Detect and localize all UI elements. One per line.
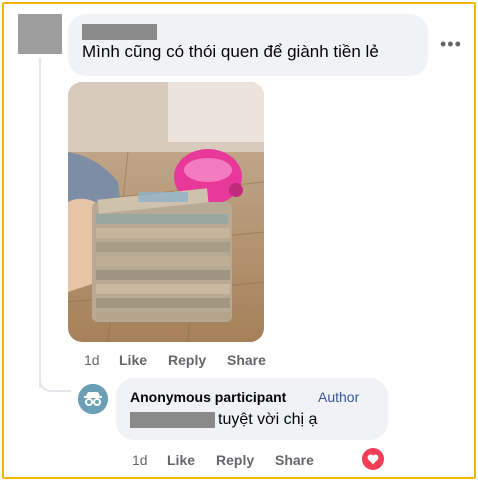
reply-timestamp[interactable]: 1d — [132, 452, 148, 468]
reply-author-name[interactable]: Anonymous participant — [130, 389, 286, 405]
author-badge: Author — [318, 389, 360, 405]
reply-mention-redacted[interactable] — [130, 412, 215, 428]
heart-reaction-icon[interactable] — [362, 448, 384, 470]
reply-like-button[interactable]: Like — [167, 452, 195, 468]
commenter-name-redacted[interactable] — [82, 24, 157, 40]
comment-like-button[interactable]: Like — [119, 352, 147, 368]
thread-connector — [39, 368, 71, 392]
reply-reply-button[interactable]: Reply — [216, 452, 254, 468]
commenter-avatar-redacted[interactable] — [18, 14, 62, 54]
money-stack-photo — [68, 82, 264, 342]
comment-timestamp[interactable]: 1d — [84, 352, 100, 368]
comment-share-button[interactable]: Share — [227, 352, 266, 368]
anonymous-participant-icon — [78, 384, 108, 414]
comment-reply-button[interactable]: Reply — [168, 352, 206, 368]
reply-share-button[interactable]: Share — [275, 452, 314, 468]
comment-text: Mình cũng có thói quen để giành tiền lẻ — [82, 42, 379, 61]
reply-text: tuyệt vời chị ạ — [218, 411, 318, 428]
comment-photo[interactable] — [68, 82, 264, 342]
heart-icon — [367, 454, 379, 465]
thread-line — [39, 58, 41, 388]
reply-bubble — [116, 378, 388, 440]
more-options-icon[interactable]: ••• — [440, 35, 466, 53]
anonymous-avatar[interactable] — [78, 384, 108, 414]
